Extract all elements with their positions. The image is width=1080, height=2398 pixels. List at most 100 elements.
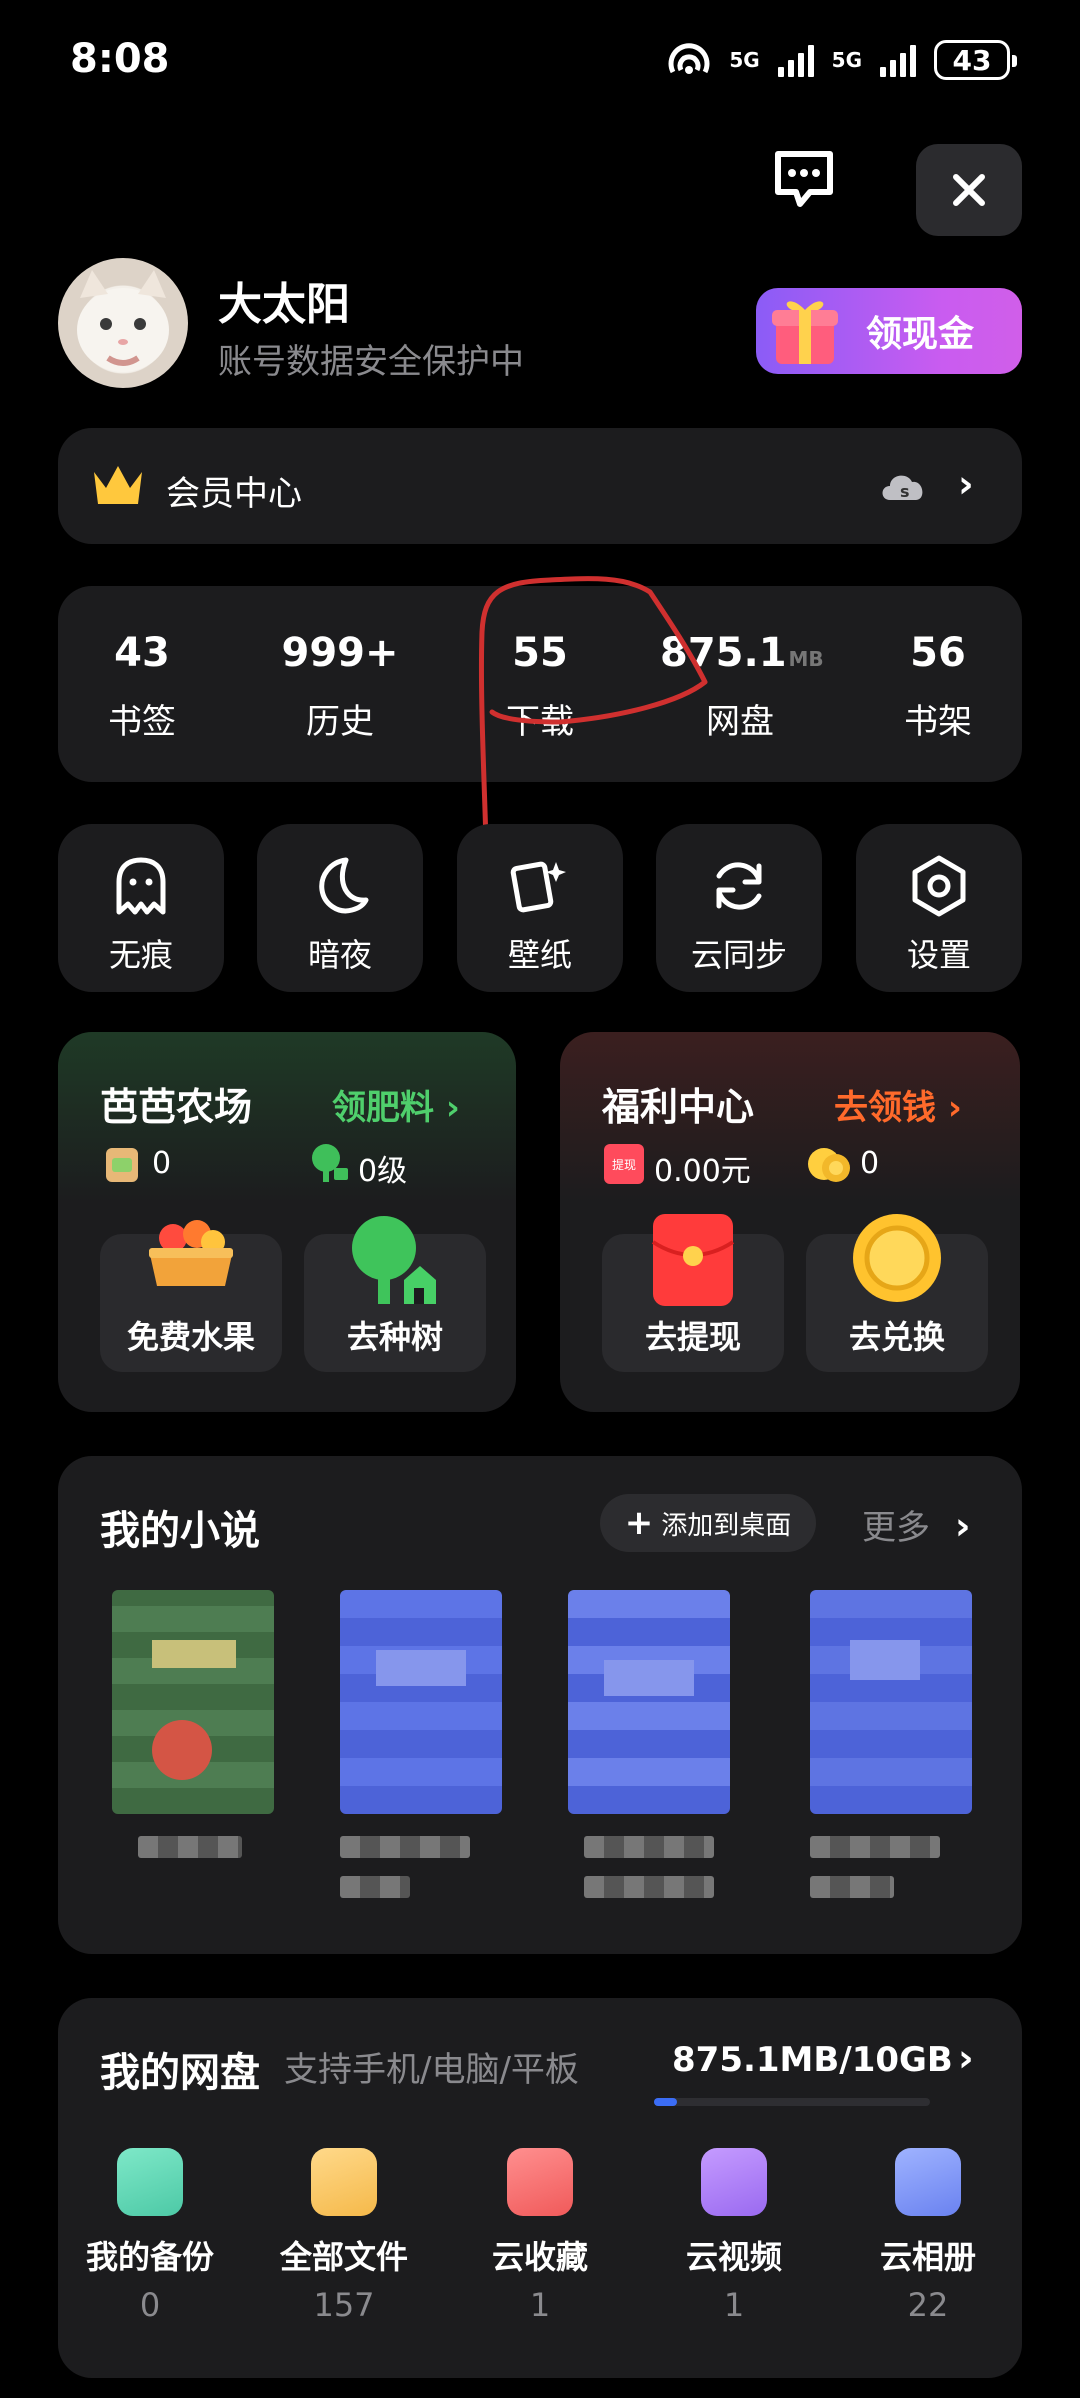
stat-history[interactable]: 999+ 历史 xyxy=(260,630,420,743)
wallpaper-button[interactable]: 壁纸 xyxy=(457,824,623,992)
folder-icon xyxy=(311,2148,377,2216)
cloud-usage-fill xyxy=(654,2098,678,2106)
plant-tree-tile[interactable]: 去种树 xyxy=(304,1216,486,1372)
red-annotation-scribble xyxy=(478,576,708,845)
user-name[interactable]: 大太阳 xyxy=(218,268,350,332)
cat-avatar-image xyxy=(77,270,169,372)
account-status: 账号数据安全保护中 xyxy=(218,342,524,382)
more-label: 更多 xyxy=(862,1508,930,1548)
battery-icon: 43 xyxy=(934,40,1017,80)
sync-icon xyxy=(716,862,762,910)
stat-unit: MB xyxy=(788,647,824,671)
network-type-1: 5G xyxy=(729,48,760,72)
withdraw-label: 去提现 xyxy=(644,1318,741,1356)
battery-level: 43 xyxy=(952,43,992,77)
free-fruit-label: 免费水果 xyxy=(126,1318,255,1356)
get-money-link[interactable]: 去领钱 › xyxy=(834,1080,962,1129)
stat-bookshelf[interactable]: 56 书架 xyxy=(858,630,1018,743)
cloud-usage-bar xyxy=(654,2098,930,2106)
cloud-item-label: 我的备份 xyxy=(85,2238,214,2276)
novel-title-4b-blurred xyxy=(810,1876,894,1898)
my-novels-title: 我的小说 xyxy=(100,1508,260,1554)
signal-bars-1-icon xyxy=(777,43,814,77)
close-icon xyxy=(953,174,985,206)
stat-value: 56 xyxy=(910,630,966,676)
add-to-desktop-button[interactable]: + 添加到桌面 xyxy=(600,1494,816,1552)
get-money-label: 去领钱 xyxy=(834,1088,936,1128)
cash-balance: 0.00元 xyxy=(654,1154,751,1189)
incognito-button[interactable]: 无痕 xyxy=(58,824,224,992)
hotspot-icon xyxy=(668,43,710,74)
free-fruit-tile[interactable]: 免费水果 xyxy=(100,1220,282,1372)
stat-label: 书架 xyxy=(904,702,972,742)
red-envelope-icon xyxy=(651,1214,735,1306)
dark-mode-button[interactable]: 暗夜 xyxy=(257,824,423,992)
stat-bookmarks[interactable]: 43 书签 xyxy=(62,630,222,743)
plant-tree-label: 去种树 xyxy=(346,1318,443,1356)
vip-chevron-icon: › xyxy=(958,462,974,506)
vip-center-label: 会员中心 xyxy=(166,474,302,514)
cloud-item-label: 全部文件 xyxy=(279,2238,408,2276)
play-icon xyxy=(701,2148,767,2216)
stat-value: 43 xyxy=(114,630,170,676)
cloud-chevron-icon: › xyxy=(958,2036,974,2080)
message-icon xyxy=(775,151,833,207)
cloud-item-label: 云视频 xyxy=(685,2238,782,2276)
novel-cover-2[interactable] xyxy=(340,1590,502,1814)
exchange-tile[interactable]: 去兑换 xyxy=(806,1214,988,1372)
cloud-disk-title: 我的网盘 xyxy=(100,2050,260,2096)
novel-title-2b-blurred xyxy=(340,1876,410,1898)
cloud-favorite-icon xyxy=(507,2148,573,2216)
cloud-sync-button[interactable]: 云同步 xyxy=(656,824,822,992)
stat-value: 999+ xyxy=(281,630,399,676)
coin-count: 0 xyxy=(860,1146,880,1181)
wallpaper-icon xyxy=(510,861,566,913)
crown-icon xyxy=(94,466,142,504)
novel-cover-4[interactable] xyxy=(810,1590,972,1814)
cloud-item-all-files[interactable]: 全部文件 157 xyxy=(264,2148,424,2324)
vip-cloud-icon: s xyxy=(882,475,923,501)
cloud-item-favorites[interactable]: 云收藏 1 xyxy=(460,2148,620,2324)
cloud-item-count: 1 xyxy=(723,2286,745,2324)
novel-title-4-blurred xyxy=(810,1836,940,1858)
withdraw-tag-text: 提现 xyxy=(611,1157,636,1172)
novel-title-3b-blurred xyxy=(584,1876,714,1898)
fertilizer-count: 0 xyxy=(152,1146,172,1181)
status-time: 8:08 xyxy=(70,36,170,82)
cloud-item-backup[interactable]: 我的备份 0 xyxy=(70,2148,230,2324)
plant-tree-icon xyxy=(352,1216,436,1304)
gold-coin-icon xyxy=(853,1214,941,1302)
get-fertilizer-link[interactable]: 领肥料 › xyxy=(332,1080,460,1129)
message-button[interactable] xyxy=(770,146,846,226)
album-icon xyxy=(895,2148,961,2216)
novel-cover-1[interactable] xyxy=(112,1590,274,1814)
novel-cover-3[interactable] xyxy=(568,1590,730,1814)
withdraw-tag-icon: 提现 xyxy=(604,1144,644,1184)
cloud-item-count: 22 xyxy=(907,2286,949,2324)
cloud-disk-subtitle: 支持手机/电脑/平板 xyxy=(284,2050,579,2090)
chevron-right-icon: › xyxy=(954,1504,971,1548)
get-cash-label: 领现金 xyxy=(866,314,975,355)
backup-icon xyxy=(117,2148,183,2216)
novel-title-3-blurred xyxy=(584,1836,714,1858)
svg-text:s: s xyxy=(900,482,910,501)
novel-title-2-blurred xyxy=(340,1836,470,1858)
dark-mode-label: 暗夜 xyxy=(307,936,372,974)
cloud-item-album[interactable]: 云相册 22 xyxy=(848,2148,1008,2324)
wallpaper-label: 壁纸 xyxy=(507,936,572,974)
welfare-title: 福利中心 xyxy=(602,1085,755,1129)
more-novels-link[interactable]: 更多 › xyxy=(862,1500,970,1549)
settings-button[interactable]: 设置 xyxy=(856,824,1022,992)
settings-label: 设置 xyxy=(906,936,971,974)
close-button[interactable] xyxy=(916,144,1022,236)
cloud-item-videos[interactable]: 云视频 1 xyxy=(654,2148,814,2324)
withdraw-tile[interactable]: 去提现 xyxy=(602,1214,784,1372)
coins-icon xyxy=(808,1148,850,1182)
fruit-basket-icon xyxy=(149,1220,233,1286)
cloud-usage-text: 875.1MB/10GB xyxy=(672,2040,953,2080)
settings-icon xyxy=(912,855,966,917)
avatar[interactable] xyxy=(58,258,188,388)
add-to-desktop-label: 添加到桌面 xyxy=(661,1510,792,1541)
signal-bars-2-icon xyxy=(880,43,916,77)
cloud-sync-label: 云同步 xyxy=(690,936,787,974)
